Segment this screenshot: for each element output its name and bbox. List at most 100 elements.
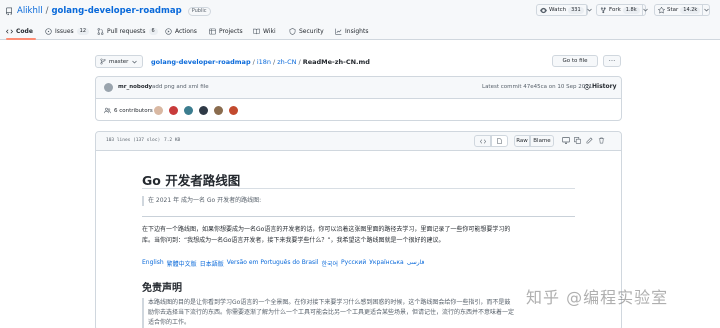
star-button[interactable]: Star 14.2k (654, 4, 710, 16)
chevron-down-icon (132, 60, 138, 64)
tab-insights[interactable]: Insights (335, 28, 368, 35)
disclaimer-line-3: 适合你的工作。 (148, 319, 191, 326)
star-label: Star (667, 7, 679, 13)
tab-insights-label: Insights (345, 28, 369, 35)
code-icon (6, 28, 16, 35)
repo-name-link[interactable]: golang-developer-roadmap (51, 6, 181, 16)
lang-link[interactable]: Українська (369, 259, 404, 268)
tab-security[interactable]: Security (289, 28, 324, 35)
display-rendered-button[interactable] (491, 135, 508, 147)
commit-author[interactable]: mr_nobody (118, 84, 152, 90)
fork-count: 1.8k (622, 6, 640, 14)
branch-select-button[interactable]: master (95, 55, 143, 68)
shield-icon (289, 28, 299, 35)
more-options-button[interactable]: ··· (603, 55, 621, 67)
tab-actions-label: Actions (175, 28, 197, 35)
avatar[interactable] (169, 106, 178, 115)
play-icon (165, 28, 175, 35)
eye-icon (540, 7, 547, 14)
repo-title: Alikhll / golang-developer-roadmap Publi… (5, 6, 211, 16)
git-branch-icon (100, 58, 106, 65)
fork-label: Fork (609, 7, 621, 13)
disclaimer-line-1: 本路线图的目的是让你看到学习Go语言的一个全景图。在你对接下来要学习什么感到困惑… (148, 299, 511, 306)
code-icon (479, 138, 486, 144)
people-icon (104, 107, 111, 114)
tab-security-label: Security (299, 28, 324, 35)
breadcrumb-separator: / (252, 58, 255, 66)
avatar[interactable] (184, 106, 193, 115)
watch-button[interactable]: Watch 331 (536, 4, 592, 16)
tab-actions[interactable]: Actions (165, 28, 197, 35)
intro-line-2: 库。当你问到：“我想成为一名Go语言开发者，接下来我要学些什么？”，我希望这个路… (142, 237, 445, 244)
breadcrumb-repo-link[interactable]: golang-developer-roadmap (151, 58, 251, 66)
repo-header: Alikhll / golang-developer-roadmap Publi… (0, 0, 720, 40)
avatar[interactable] (154, 106, 163, 115)
horizontal-rule (142, 216, 575, 217)
chevron-down-icon[interactable] (585, 5, 592, 15)
display-source-button[interactable] (474, 135, 491, 147)
avatar[interactable] (199, 106, 208, 115)
fork-icon (600, 6, 607, 14)
watch-label: Watch (549, 7, 567, 13)
lang-link[interactable]: Versão em Português do Brasil (227, 259, 319, 268)
language-links: English 繁體中文版 日本語版 Versão em Português d… (142, 259, 424, 268)
tab-issues-count: 12 (76, 28, 90, 35)
tab-wiki[interactable]: Wiki (253, 28, 276, 35)
tab-pull-requests-label: Pull requests (107, 28, 146, 35)
lang-link[interactable]: 한국어 (321, 259, 338, 268)
zhihu-watermark: 知乎 @编程实验室 (526, 288, 669, 307)
subtitle-text: 在 2021 年 成为一名 Go 开发者的路线图: (148, 197, 262, 204)
go-to-file-button[interactable]: Go to file (552, 55, 598, 67)
tab-projects[interactable]: Projects (209, 28, 243, 35)
trash-icon[interactable] (598, 137, 605, 144)
info-divider: | (158, 138, 160, 143)
graph-icon (335, 28, 345, 35)
lang-link[interactable]: Русский (341, 259, 366, 268)
avatar[interactable] (229, 106, 238, 115)
history-link[interactable]: History (584, 83, 617, 90)
avatar[interactable] (214, 106, 223, 115)
active-tab-indicator (6, 38, 36, 40)
breadcrumb-zh-cn-link[interactable]: zh-CN (277, 58, 296, 66)
git-pull-request-icon (97, 28, 107, 35)
disclaimer-line-2: 励你去选择当下流行的东西。你需要逐渐了解为什么一个工具可能会比另一个工具更适合某… (148, 309, 515, 316)
tab-pull-requests[interactable]: Pull requests 6 (97, 28, 158, 35)
repo-owner-link[interactable]: Alikhll (17, 6, 43, 16)
breadcrumb: golang-developer-roadmap / i18n / zh-CN … (151, 58, 370, 66)
blame-button[interactable]: Blame (530, 135, 554, 147)
contributors-label[interactable]: 6 contributors (114, 108, 153, 114)
disclaimer-heading: 免责声明 (142, 283, 182, 294)
tab-code[interactable]: Code (6, 28, 33, 35)
commit-message[interactable]: add png and xml file (152, 84, 209, 90)
raw-button[interactable]: Raw (514, 135, 530, 147)
star-count: 14.2k (680, 6, 701, 14)
book-icon (253, 28, 263, 35)
chevron-down-icon[interactable] (641, 5, 648, 15)
tab-projects-label: Projects (219, 28, 243, 35)
copy-icon[interactable] (574, 137, 581, 144)
visibility-badge: Public (187, 6, 211, 16)
tab-issues[interactable]: Issues 12 (45, 28, 90, 35)
tab-code-label: Code (16, 28, 33, 35)
lang-link[interactable]: 繁體中文版 (167, 259, 197, 268)
lang-link[interactable]: 日本語版 (200, 259, 224, 268)
watch-count: 331 (568, 6, 584, 14)
lang-link[interactable]: English (142, 259, 164, 268)
subtitle-quote: 在 2021 年 成为一名 Go 开发者的路线图: (142, 196, 261, 206)
latest-commit-box: mr_nobody add png and xml file Latest co… (95, 76, 622, 121)
lang-link[interactable]: فارسی (407, 259, 425, 268)
fork-button[interactable]: Fork 1.8k (596, 4, 648, 16)
breadcrumb-current-file: ReadMe-zh-CN.md (302, 58, 370, 66)
pencil-icon[interactable] (586, 137, 593, 144)
readme-title: Go 开发者路线图 (142, 173, 241, 188)
breadcrumb-i18n-link[interactable]: i18n (257, 58, 271, 66)
title-rule (142, 188, 575, 189)
tab-wiki-label: Wiki (263, 28, 276, 35)
intro-line-1: 在下边有一个路线图，如果你想要成为一名Go语言的开发者的话，你可以沿着这张图里面… (142, 226, 511, 233)
chevron-down-icon[interactable] (702, 5, 709, 15)
breadcrumb-separator: / (273, 58, 276, 66)
latest-commit-info[interactable]: Latest commit 47e45ca on 10 Sep 2021 (482, 84, 592, 90)
file-icon (497, 138, 502, 144)
avatar[interactable] (104, 83, 113, 92)
desktop-icon[interactable] (562, 137, 570, 144)
